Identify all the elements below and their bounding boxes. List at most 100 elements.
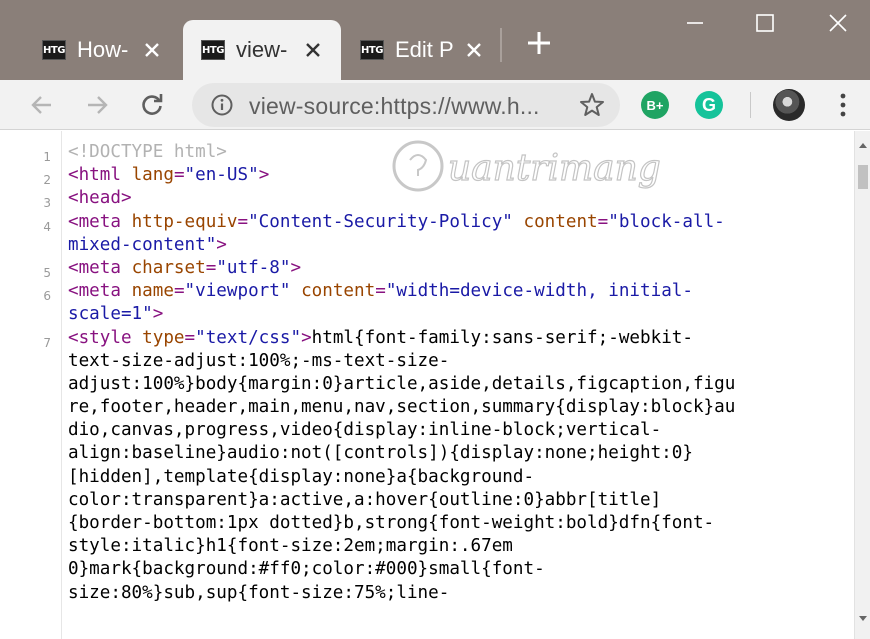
source-token: > [216,234,227,255]
source-token: adjust:100%}body{margin:0}article,aside,… [68,373,736,394]
source-token: <html [68,165,132,186]
bookmark-star-icon[interactable] [578,91,606,119]
source-line: <meta charset="utf-8"> [68,257,848,280]
source-line: text-size-adjust:100%;-ms-text-size- [68,350,848,373]
source-token [513,212,524,232]
source-token: name [131,281,174,302]
source-token: <meta [68,281,132,302]
address-bar[interactable]: view-source:https://www.h... [192,83,620,127]
scrollbar-thumb[interactable] [858,165,868,189]
profile-avatar[interactable] [773,89,805,121]
close-window-button[interactable] [808,0,868,46]
source-line: <meta http-equiv = "Content-Security-Polic… [68,211,848,234]
line-number: 5 [43,266,51,280]
source-token: http-equiv [131,211,238,232]
maximize-button[interactable] [735,0,795,46]
source-line: align:baseline}audio:not([controls]){dis… [68,442,848,465]
source-token: = [184,327,196,348]
source-token: lang [131,165,174,186]
source-token: 0}mark{background:#ff0;color:#000}small{… [68,559,545,580]
source-token [290,281,301,301]
page-source-view[interactable]: 1234567 <!DOCTYPE html> <html lang="en-US… [0,131,854,639]
grammarly-extension-icon[interactable]: G [695,91,723,119]
source-token: charset [131,257,206,278]
source-token: = [597,211,609,232]
scroll-down-arrow-icon [859,616,867,621]
source-line: {border-bottom:1px dotted}b,strong{font-… [68,512,848,535]
source-token: {border-bottom:1px dotted}b,strong{font-… [68,513,715,533]
source-token: > [301,327,312,348]
source-line: dio,canvas,progress,video{display:inline… [68,419,848,442]
source-token: type [142,327,185,348]
tab-close-icon[interactable] [460,36,488,64]
source-line: <html lang="en-US"> [68,164,848,187]
htg-favicon-icon: HTG [360,40,384,60]
tab-divider [500,28,502,62]
grammarly-bplus-extension-icon[interactable]: B+ [641,91,669,119]
source-token: > [290,257,302,278]
new-tab-button[interactable] [524,28,554,58]
source-code: <!DOCTYPE html> <html lang="en-US"> <head>… [68,141,848,605]
info-icon[interactable] [210,93,234,117]
minimize-button[interactable] [665,0,725,46]
back-button[interactable] [26,89,58,121]
tab-close-icon[interactable] [299,36,327,64]
plus-icon [528,32,550,54]
source-token: [hidden],template{display:none}a{backgro… [68,466,535,487]
source-line: style:italic}h1{font-size:2em;margin:.67… [68,535,848,558]
scroll-up-arrow-icon [859,143,867,148]
source-token: <style [68,327,143,348]
source-token: <head> [68,188,132,209]
source-token: <meta [68,257,132,278]
forward-button[interactable] [81,89,113,121]
source-line: 0}mark{background:#ff0;color:#000}small{… [68,558,848,581]
source-token: "width=device-width, initial- [385,281,693,302]
source-line: scale=1"> [68,303,848,326]
line-number-gutter: 1 2 3 4 5 6 7 [0,131,62,639]
source-line: [hidden],template{display:none}a{backgro… [68,466,848,489]
source-token: = [173,281,185,302]
source-token: mixed-content" [68,234,217,255]
source-token: = [375,281,386,302]
source-line: adjust:100%}body{margin:0}article,aside,… [68,373,848,396]
source-line: color:transparent}a:active,a:hover{outli… [68,489,848,512]
source-token: scale=1" [68,304,153,325]
browser-toolbar: view-source:https://www.h... B+ G [0,80,870,130]
tab-view-source[interactable]: HTG view- [183,20,341,80]
source-token: = [173,165,185,186]
line-number: 2 [43,173,51,188]
url-text[interactable]: view-source:https://www.h... [249,93,540,120]
source-line: mixed-content"> [68,234,848,257]
tab-how[interactable]: HTG How- [30,20,180,80]
source-token: > [152,304,164,325]
source-token: content [301,281,376,302]
reload-button[interactable] [136,89,168,121]
htg-favicon-icon: HTG [201,40,225,60]
source-token: re,footer,header,main,menu,nav,section,s… [68,397,736,418]
source-token: size:80%}sub,sup{font-size:75%;line- [68,582,450,603]
tab-edit[interactable]: HTG Edit P [344,20,494,80]
htg-favicon-icon: HTG [42,40,66,60]
menu-dots-icon[interactable] [835,92,851,118]
source-line: re,footer,header,main,menu,nav,section,s… [68,396,848,419]
line-number: 6 [43,289,51,304]
source-token: <meta [68,211,132,232]
arrow-right-icon [88,96,108,114]
source-token: = [205,257,217,278]
vertical-scrollbar[interactable] [854,131,870,639]
source-token: "block-all- [608,211,725,232]
source-line: <!DOCTYPE html> [68,141,848,164]
source-token: "Content-Security-Policy" [248,211,513,232]
source-token: align:baseline}audio:not([controls]){dis… [68,443,693,464]
source-token: > [258,165,270,186]
line-number: 7 [43,335,51,350]
source-token: "en-US" [184,165,259,186]
tab-label: Edit P [395,37,454,62]
source-token: style:italic}h1{font-size:2em;margin:.67… [68,536,513,557]
tab-close-icon[interactable] [138,36,166,64]
source-line: <head> [68,187,848,210]
source-line: size:80%}sub,sup{font-size:75%;line- [68,582,848,605]
minimize-icon [687,22,703,24]
line-number: 4 [43,219,51,234]
source-token: text-size-adjust:100%;-ms-text-size- [68,350,450,371]
